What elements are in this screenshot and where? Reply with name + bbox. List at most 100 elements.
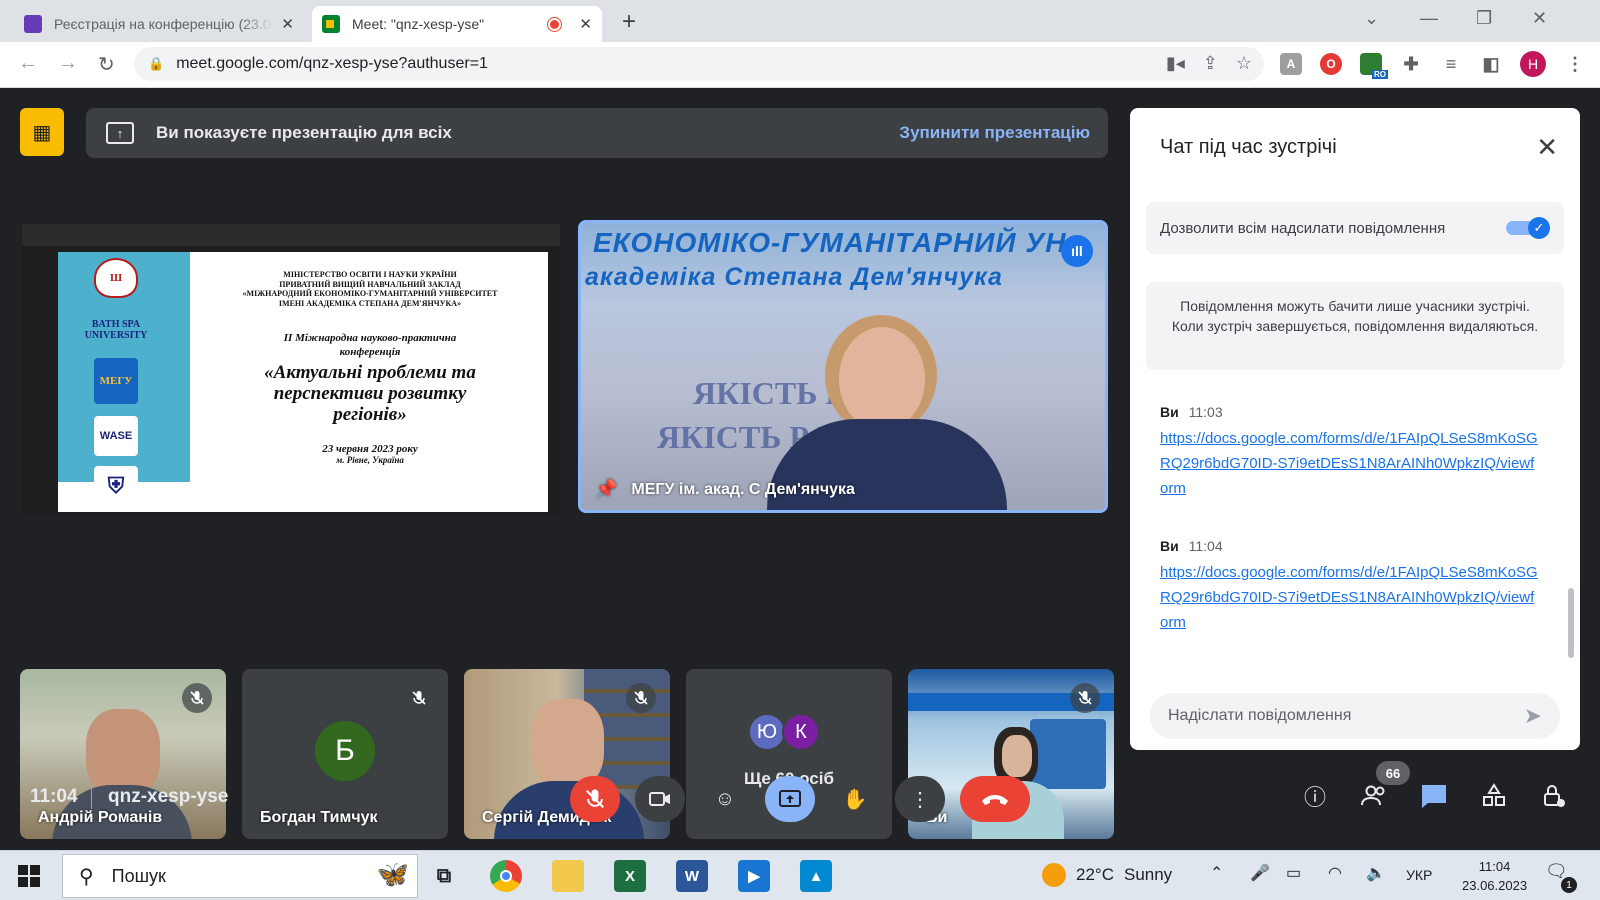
pdf-extension-icon[interactable]: A	[1280, 53, 1302, 75]
mic-off-icon	[404, 683, 434, 713]
battery-icon[interactable]: ▭	[1286, 863, 1301, 883]
opera-extension-icon[interactable]: O	[1320, 53, 1342, 75]
message-sender: Ви	[1160, 404, 1179, 420]
file-explorer-icon[interactable]	[552, 860, 584, 892]
stop-presenting-button[interactable]: Зупинити презентацію	[899, 123, 1090, 143]
people-icon[interactable]	[1356, 778, 1392, 814]
share-icon[interactable]: ⇪	[1203, 53, 1218, 74]
reactions-button[interactable]: ☺	[700, 776, 750, 822]
allow-messages-setting: Дозволити всім надсилати повідомлення ✓	[1146, 202, 1564, 254]
message-link[interactable]: https://docs.google.com/forms/d/e/1FAIpQ…	[1160, 560, 1540, 635]
megu-logo-text: МЕГУ	[99, 374, 133, 387]
address-bar: ← → ↻ 🔒 meet.google.com/qnz-xesp-yse?aut…	[0, 42, 1600, 88]
wase-logo-text: WASE	[99, 429, 133, 442]
extensions-area: A O RO ✚ ≡ ◧ H ⋮	[1280, 51, 1586, 79]
message-meta: Ви 11:03	[1160, 404, 1540, 420]
chrome-taskbar-icon[interactable]	[490, 860, 522, 892]
microphone-toggle-button[interactable]	[570, 776, 620, 822]
bookmark-star-icon[interactable]: ☆	[1236, 53, 1252, 74]
task-view-icon[interactable]: ⧉	[428, 860, 460, 892]
camera-icon[interactable]: ▮◂	[1166, 53, 1185, 74]
presenting-text: Ви показуєте презентацію для всіх	[156, 123, 452, 142]
weather-widget[interactable]: 22°C Sunny	[1042, 863, 1172, 887]
participant-video	[86, 709, 160, 797]
send-icon[interactable]: ➤	[1524, 703, 1542, 729]
back-icon[interactable]: ←	[18, 52, 38, 75]
volume-muted-icon[interactable]: 🔈	[1366, 863, 1386, 883]
speaker-tile[interactable]: ЕКОНОМІКО-ГУМАНІТАРНИЙ УН академіка Степ…	[578, 220, 1108, 513]
chat-message-input[interactable]	[1168, 707, 1524, 725]
meeting-code: qnz-xesp-yse	[108, 786, 229, 807]
participant-avatar: К	[782, 713, 820, 751]
more-vert-icon: ⋮	[910, 788, 930, 811]
camera-toggle-button[interactable]	[635, 776, 685, 822]
media-control-icon[interactable]: ≡	[1440, 53, 1462, 75]
slide-date: 23 червня 2023 року	[322, 443, 418, 456]
puzzle-extensions-icon[interactable]: ✚	[1400, 53, 1422, 75]
shield-logo: ⛨	[94, 466, 138, 506]
slide-institution-2: «МІЖНАРОДНИЙ ЕКОНОМІКО-ГУМАНІТАРНИЙ УНІВ…	[242, 289, 498, 299]
chat-icon[interactable]	[1416, 778, 1452, 814]
allow-messages-label: Дозволити всім надсилати повідомлення	[1160, 219, 1446, 237]
vpn-extension-icon[interactable]: RO	[1360, 53, 1388, 79]
search-highlight-butterfly-icon: 🦋	[376, 859, 409, 889]
microphone-tray-icon[interactable]: 🎤	[1250, 863, 1270, 883]
participant-tile[interactable]: Б Богдан Тимчук	[242, 669, 448, 839]
new-tab-button[interactable]: +	[622, 8, 636, 36]
chat-info-notice: Повідомлення можуть бачити лише учасники…	[1146, 282, 1564, 370]
media-player-icon[interactable]: ▶	[738, 860, 770, 892]
chat-scrollbar[interactable]	[1568, 588, 1574, 658]
slide: Ш BATH SPA UNIVERSITY МЕГУ WASE ⛨ МІНІСТ…	[58, 252, 548, 512]
participant-video-face	[1002, 735, 1032, 777]
slide-conference-1: ІІ Міжнародна науково-практична	[283, 332, 457, 345]
allow-messages-toggle[interactable]: ✓	[1506, 217, 1550, 239]
meeting-details-icon[interactable]: ⓘ	[1297, 778, 1333, 814]
participant-tile[interactable]: Андрій Романів	[20, 669, 226, 839]
minimize-icon[interactable]: —	[1420, 8, 1438, 29]
browser-menu-icon[interactable]: ⋮	[1564, 53, 1586, 75]
wifi-icon[interactable]: ◠	[1328, 863, 1342, 883]
close-tab-icon[interactable]: ✕	[281, 15, 294, 33]
windows-start-icon[interactable]	[18, 865, 40, 892]
close-window-icon[interactable]: ✕	[1532, 8, 1547, 29]
raise-hand-button[interactable]: ✋	[830, 776, 880, 822]
tab-registration[interactable]: Реєстрація на конференцію (23.06.2023) ✕	[14, 6, 304, 42]
tab-search-icon[interactable]: ⌄	[1364, 8, 1379, 29]
clock-date: 23.06.2023	[1462, 878, 1528, 893]
participant-tile[interactable]: Сергій Демидюк	[464, 669, 670, 839]
close-tab-icon[interactable]: ✕	[579, 15, 592, 33]
url-text: meet.google.com/qnz-xesp-yse?authuser=1	[176, 55, 488, 72]
word-icon[interactable]: W	[676, 860, 708, 892]
forward-icon[interactable]: →	[58, 52, 78, 75]
message-link[interactable]: https://docs.google.com/forms/d/e/1FAIpQ…	[1160, 426, 1540, 501]
pin-icon[interactable]: 📌	[595, 479, 617, 500]
tab-meet[interactable]: Meet: "qnz-xesp-yse" ✕	[312, 6, 602, 42]
leave-call-button[interactable]	[960, 776, 1030, 822]
notification-count: 1	[1561, 877, 1577, 893]
url-field[interactable]: 🔒 meet.google.com/qnz-xesp-yse?authuser=…	[134, 47, 1264, 81]
present-now-button[interactable]	[765, 776, 815, 822]
activities-icon[interactable]	[1476, 778, 1512, 814]
reload-icon[interactable]: ↻	[98, 52, 115, 77]
taskbar-search[interactable]: ⚲ Пошук 🦋	[62, 854, 418, 898]
photos-icon[interactable]: ▲	[800, 860, 832, 892]
close-chat-icon[interactable]: ✕	[1536, 132, 1558, 163]
taskbar-clock[interactable]: 11:04 23.06.2023	[1462, 857, 1527, 895]
language-indicator[interactable]: УКР	[1406, 867, 1432, 883]
presentation-tile[interactable]: Ш BATH SPA UNIVERSITY МЕГУ WASE ⛨ МІНІСТ…	[22, 224, 560, 514]
notifications-icon[interactable]: 🗨 1	[1545, 861, 1577, 893]
slide-viewer-toolbar	[22, 224, 560, 246]
more-options-button[interactable]: ⋮	[895, 776, 945, 822]
excel-icon[interactable]: X	[614, 860, 646, 892]
tray-overflow-icon[interactable]: ⌃	[1210, 863, 1223, 883]
recording-indicator-icon	[548, 17, 562, 31]
restore-icon[interactable]: ❐	[1476, 8, 1492, 29]
slide-title-2: перспективи розвитку	[273, 382, 467, 404]
meet-icon	[322, 15, 340, 33]
host-controls-icon[interactable]	[1536, 778, 1572, 814]
avatar-group: Ю К	[748, 713, 820, 751]
profile-avatar[interactable]: H	[1520, 51, 1546, 77]
side-panel-icon[interactable]: ◧	[1480, 53, 1502, 75]
participant-avatar: Б	[315, 721, 375, 781]
presentation-status-icon[interactable]: ▦	[20, 108, 64, 156]
